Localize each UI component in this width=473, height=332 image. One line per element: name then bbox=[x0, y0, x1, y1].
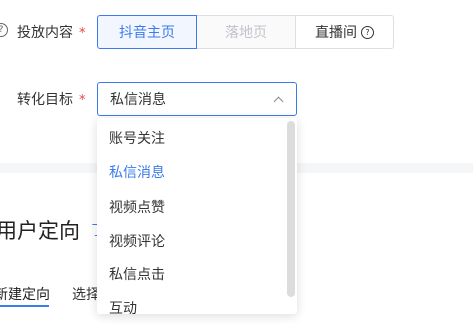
placement-option-label: 直播间 bbox=[315, 25, 357, 41]
required-star: * bbox=[79, 93, 86, 108]
help-icon[interactable]: ? bbox=[0, 23, 8, 37]
dropdown-option-account-follow[interactable]: 账号关注 bbox=[109, 128, 165, 148]
required-star: * bbox=[79, 26, 86, 41]
dropdown-option-video-comment[interactable]: 视频评论 bbox=[109, 231, 165, 251]
targeting-section-title: 用户定向 bbox=[0, 219, 80, 243]
dropdown-option-private-message[interactable]: 私信消息 bbox=[109, 162, 165, 182]
dropdown-option-private-message-click[interactable]: 私信点击 bbox=[109, 264, 165, 284]
conversion-label: 转化目标 * bbox=[17, 89, 86, 109]
conversion-dropdown-menu: 账号关注 私信消息 视频点赞 视频评论 私信点击 互动 bbox=[97, 118, 297, 314]
placement-label: 投放内容 * bbox=[17, 22, 86, 42]
placement-option-landing-page: 落地页 bbox=[197, 15, 295, 49]
conversion-select-value: 私信消息 bbox=[110, 92, 166, 108]
placement-segmented-control: 抖音主页 落地页 直播间 ? bbox=[97, 15, 394, 49]
ad-settings-page: ? 投放内容* 抖音主页 落地页 直播间 ? 转化目标* 私信消息 用户定 bbox=[0, 0, 473, 332]
placement-option-label: 抖音主页 bbox=[119, 25, 175, 41]
placement-option-live-room[interactable]: 直播间 ? bbox=[295, 15, 394, 49]
dropdown-scrollbar[interactable] bbox=[287, 121, 295, 297]
tab-new-targeting[interactable]: 新建定向 bbox=[0, 284, 50, 304]
active-tab-underline bbox=[0, 305, 49, 307]
placement-label-text: 投放内容 bbox=[17, 25, 73, 41]
help-circle-icon[interactable]: ? bbox=[361, 25, 374, 39]
conversion-label-text: 转化目标 bbox=[17, 92, 73, 108]
placement-option-douyin-home[interactable]: 抖音主页 bbox=[97, 15, 197, 49]
chevron-up-icon bbox=[273, 96, 284, 106]
dropdown-option-video-like[interactable]: 视频点赞 bbox=[109, 197, 165, 217]
dropdown-option-interaction[interactable]: 互动 bbox=[109, 298, 137, 314]
placement-option-label: 落地页 bbox=[225, 25, 267, 41]
conversion-select[interactable]: 私信消息 bbox=[97, 82, 297, 116]
tab-select-targeting[interactable]: 选择 bbox=[72, 284, 100, 304]
